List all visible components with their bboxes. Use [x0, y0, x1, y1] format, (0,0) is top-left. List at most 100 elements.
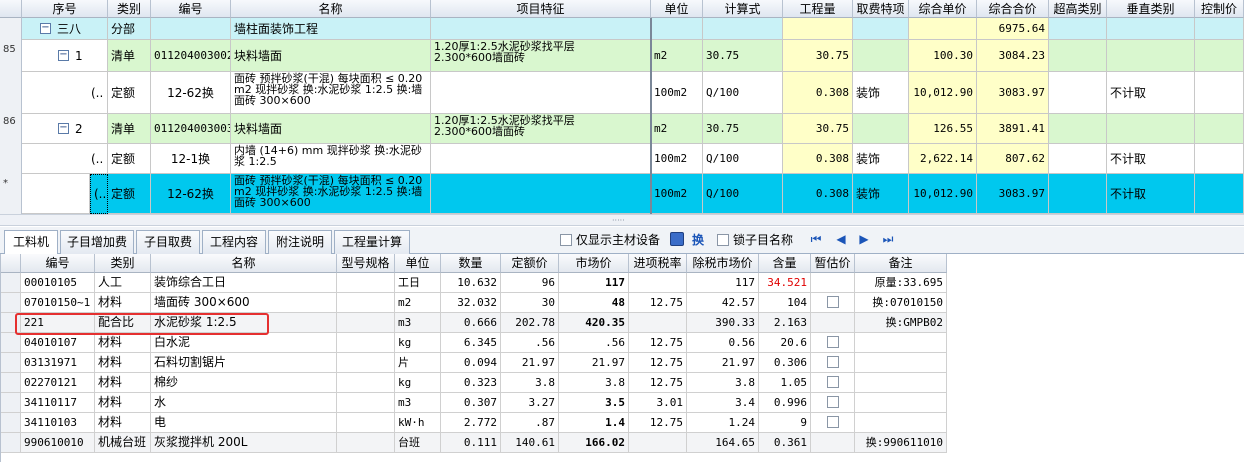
unit-cell[interactable]: 100m2: [651, 174, 703, 214]
code-cell[interactable]: 12-1换: [151, 144, 231, 174]
note-cell[interactable]: [855, 353, 947, 373]
name-cell[interactable]: 面砖 预拌砂浆(干混) 每块面积 ≤ 0.20m2 现拌砂浆 换:水泥砂浆 1:…: [231, 174, 431, 214]
total-cell[interactable]: 6975.64: [977, 18, 1049, 40]
row-gutter-cell[interactable]: [1, 433, 21, 453]
code-cell[interactable]: [151, 18, 231, 40]
est-cell[interactable]: [811, 353, 855, 373]
next-record-icon[interactable]: ▶: [858, 233, 870, 246]
net-cell[interactable]: 390.33: [687, 313, 759, 333]
monitor-icon[interactable]: [670, 232, 684, 246]
content-cell[interactable]: 20.6: [759, 333, 811, 353]
est-cell[interactable]: [811, 393, 855, 413]
table-row-quota[interactable]: (.. 定额 12-1换 内墙 (14+6) mm 现拌砂浆 换:水泥砂浆 1:…: [0, 144, 1244, 174]
name-cell[interactable]: 灰浆搅拌机 200L: [151, 433, 337, 453]
seq-cell[interactable]: − 2: [22, 114, 108, 144]
name-cell[interactable]: 内墙 (14+6) mm 现拌砂浆 换:水泥砂浆 1:2.5: [231, 144, 431, 174]
note-cell[interactable]: 原量:33.695: [855, 273, 947, 293]
est-cell[interactable]: [811, 333, 855, 353]
vert-cell[interactable]: [1107, 18, 1195, 40]
unit-cell[interactable]: m2: [651, 114, 703, 144]
total-cell[interactable]: 3084.23: [977, 40, 1049, 72]
table-row-quota-selected[interactable]: (.. 定额 12-62换 面砖 预拌砂浆(干混) 每块面积 ≤ 0.20m2 …: [0, 174, 1244, 214]
estimate-checkbox[interactable]: [826, 395, 839, 408]
col-header-total[interactable]: 综合合价: [977, 0, 1049, 18]
col-header-type[interactable]: 类别: [95, 254, 151, 273]
col-header-name[interactable]: 名称: [231, 0, 431, 18]
prev-record-icon[interactable]: ◀: [835, 233, 847, 246]
est-cell[interactable]: [811, 413, 855, 433]
table-row-bill[interactable]: − 1 清单 011204003002 块料墙面 1.20厚1:2.5水泥砂浆找…: [0, 40, 1244, 72]
name-cell[interactable]: 块料墙面: [231, 114, 431, 144]
type-cell[interactable]: 材料: [95, 333, 151, 353]
row-gutter-cell[interactable]: [1, 273, 21, 293]
quota-cell[interactable]: .87: [501, 413, 559, 433]
unit-cell[interactable]: [651, 18, 703, 40]
type-cell[interactable]: 材料: [95, 353, 151, 373]
note-cell[interactable]: [855, 373, 947, 393]
type-cell[interactable]: 机械台班: [95, 433, 151, 453]
code-cell[interactable]: 02270121: [21, 373, 95, 393]
fee-cell[interactable]: 装饰: [853, 144, 909, 174]
type-cell[interactable]: 材料: [95, 293, 151, 313]
type-cell[interactable]: 人工: [95, 273, 151, 293]
tax-cell[interactable]: 3.01: [629, 393, 687, 413]
unit-cell[interactable]: 100m2: [651, 72, 703, 114]
net-cell[interactable]: 21.97: [687, 353, 759, 373]
market-cell[interactable]: 3.8: [559, 373, 629, 393]
est-cell[interactable]: [811, 433, 855, 453]
super-cell[interactable]: [1049, 18, 1107, 40]
feature-cell[interactable]: [431, 144, 651, 174]
row-gutter-cell[interactable]: [1, 373, 21, 393]
unit-cell[interactable]: kW·h: [395, 413, 441, 433]
col-header-content[interactable]: 含量: [759, 254, 811, 273]
control-cell[interactable]: [1195, 72, 1244, 114]
type-cell[interactable]: 材料: [95, 413, 151, 433]
market-cell[interactable]: 1.4: [559, 413, 629, 433]
seq-cell[interactable]: (..: [90, 174, 108, 214]
est-cell[interactable]: [811, 373, 855, 393]
spec-cell[interactable]: [337, 273, 395, 293]
super-cell[interactable]: [1049, 72, 1107, 114]
col-header-fee[interactable]: 取费特项: [853, 0, 909, 18]
code-cell[interactable]: 34110103: [21, 413, 95, 433]
tax-cell[interactable]: [629, 433, 687, 453]
collapse-icon[interactable]: −: [58, 50, 69, 61]
col-header-unit[interactable]: 单位: [395, 254, 441, 273]
tax-cell[interactable]: 12.75: [629, 353, 687, 373]
qty-cell[interactable]: 0.308: [783, 174, 853, 214]
last-record-icon[interactable]: ⏭: [882, 233, 894, 246]
market-cell[interactable]: .56: [559, 333, 629, 353]
tab-item-addition-fee[interactable]: 子目增加费: [60, 230, 134, 254]
tab-labor-material-machine[interactable]: 工料机: [4, 230, 58, 255]
type-cell[interactable]: 定额: [108, 72, 151, 114]
name-cell[interactable]: 石料切割锯片: [151, 353, 337, 373]
super-cell[interactable]: [1049, 114, 1107, 144]
unit-cell[interactable]: 台班: [395, 433, 441, 453]
fee-cell[interactable]: [853, 18, 909, 40]
fee-cell[interactable]: 装饰: [853, 72, 909, 114]
estimate-checkbox[interactable]: [826, 335, 839, 348]
tax-cell[interactable]: 12.75: [629, 333, 687, 353]
collapse-icon[interactable]: −: [58, 123, 69, 134]
col-header-seq[interactable]: 序号: [22, 0, 108, 18]
tab-notes[interactable]: 附注说明: [268, 230, 332, 254]
name-cell[interactable]: 面砖 预拌砂浆(干混) 每块面积 ≤ 0.20m2 现拌砂浆 换:水泥砂浆 1:…: [231, 72, 431, 114]
total-cell[interactable]: 3083.97: [977, 72, 1049, 114]
quota-cell[interactable]: 202.78: [501, 313, 559, 333]
net-cell[interactable]: 3.8: [687, 373, 759, 393]
name-cell[interactable]: 白水泥: [151, 333, 337, 353]
formula-cell[interactable]: Q/100: [703, 174, 783, 214]
row-gutter-cell[interactable]: [1, 333, 21, 353]
table-row-bill[interactable]: − 2 清单 011204003003 块料墙面 1.20厚1:2.5水泥砂浆找…: [0, 114, 1244, 144]
tax-cell[interactable]: [629, 313, 687, 333]
row-gutter-cell[interactable]: [1, 413, 21, 433]
code-cell[interactable]: 07010150~1: [21, 293, 95, 313]
first-record-icon[interactable]: ⏮: [810, 233, 822, 246]
note-cell[interactable]: [855, 413, 947, 433]
control-cell[interactable]: [1195, 144, 1244, 174]
name-cell[interactable]: 水: [151, 393, 337, 413]
resource-row[interactable]: 04010107 材料 白水泥 kg 6.345.56.56 12.75 0.56 20.6: [1, 333, 947, 353]
qty-cell[interactable]: 32.032: [441, 293, 501, 313]
quota-cell[interactable]: 30: [501, 293, 559, 313]
col-header-tax[interactable]: 进项税率: [629, 254, 687, 273]
